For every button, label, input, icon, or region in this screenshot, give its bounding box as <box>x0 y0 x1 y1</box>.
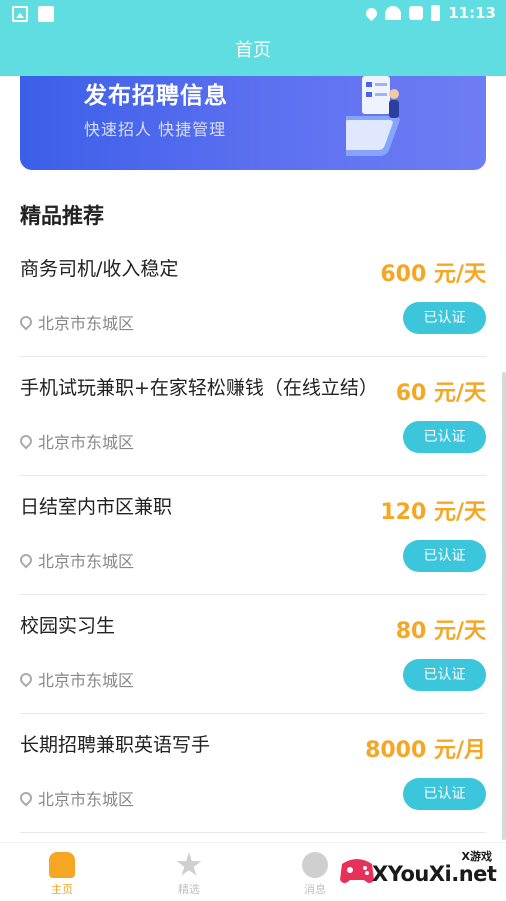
verified-button[interactable]: 已认证 <box>403 659 486 691</box>
verified-button[interactable]: 已认证 <box>403 421 486 453</box>
job-title: 日结室内市区兼职 <box>20 496 173 518</box>
job-pay: 120 元/天 <box>380 500 486 525</box>
location-pin-icon <box>17 789 35 807</box>
wifi-icon <box>385 6 402 20</box>
job-location: 北京市东城区 <box>17 310 135 334</box>
job-title: 手机试玩兼职+在家轻松赚钱（在线立结） <box>20 377 378 399</box>
job-pay: 80 元/天 <box>395 619 486 644</box>
banner-title: 发布招聘信息 <box>84 83 228 109</box>
job-pay: 60 元/天 <box>395 381 486 406</box>
location-pin-icon <box>17 670 35 688</box>
tab-label: 主页 <box>51 883 73 896</box>
job-location-text: 北京市东城区 <box>38 552 135 571</box>
location-pin-icon <box>17 313 35 331</box>
banner-subtitle: 快速招人 快捷管理 <box>84 120 227 139</box>
verified-button[interactable]: 已认证 <box>403 540 486 572</box>
signal-icon <box>409 6 424 20</box>
location-pin-icon <box>17 432 35 450</box>
notification-icon <box>38 6 54 22</box>
tab-label: 精选 <box>178 883 200 896</box>
verified-button[interactable]: 已认证 <box>403 778 486 810</box>
gamepad-logo-icon <box>340 859 374 883</box>
job-list: 商务司机/收入稳定 600 元/天 北京市东城区 已认证 手机试玩兼职+在家轻松… <box>17 238 486 833</box>
page-title: 首页 <box>0 28 506 76</box>
job-location: 北京市东城区 <box>17 429 135 453</box>
job-pay: 8000 元/月 <box>365 738 486 763</box>
recruit-banner[interactable]: 发布招聘信息 快速招人 快捷管理 <box>20 76 486 170</box>
job-title: 商务司机/收入稳定 <box>20 258 179 280</box>
job-item[interactable]: 校园实习生 80 元/天 北京市东城区 已认证 <box>17 595 486 714</box>
job-item[interactable]: 商务司机/收入稳定 600 元/天 北京市东城区 已认证 <box>17 238 486 357</box>
job-item[interactable]: 长期招聘兼职英语写手 8000 元/月 北京市东城区 已认证 <box>17 714 486 833</box>
phone-illustration-icon <box>346 76 400 156</box>
verified-button[interactable]: 已认证 <box>403 302 486 334</box>
job-title: 长期招聘兼职英语写手 <box>20 734 211 756</box>
location-icon <box>363 5 380 21</box>
job-item[interactable]: 日结室内市区兼职 120 元/天 北京市东城区 已认证 <box>17 476 486 595</box>
job-location: 北京市东城区 <box>17 786 135 810</box>
status-bar: 11:13 <box>0 0 506 28</box>
site-watermark: X游戏 XYouXi.net <box>338 848 500 892</box>
job-item[interactable]: 手机试玩兼职+在家轻松赚钱（在线立结） 60 元/天 北京市东城区 已认证 <box>17 357 486 476</box>
battery-icon <box>431 5 441 21</box>
job-location-text: 北京市东城区 <box>38 790 135 809</box>
job-pay: 600 元/天 <box>380 262 486 287</box>
status-time: 11:13 <box>448 4 496 22</box>
location-pin-icon <box>17 551 35 569</box>
tab-home[interactable]: 主页 <box>22 843 102 897</box>
section-title: 精品推荐 <box>20 204 104 228</box>
job-location: 北京市东城区 <box>17 667 135 691</box>
job-location-text: 北京市东城区 <box>38 314 135 333</box>
watermark-text: XYouXi.net <box>372 862 497 886</box>
job-location-text: 北京市东城区 <box>38 433 135 452</box>
message-icon <box>302 852 328 878</box>
star-icon <box>176 852 202 876</box>
job-title: 校园实习生 <box>20 615 116 637</box>
job-location: 北京市东城区 <box>17 548 135 572</box>
scrollbar[interactable] <box>502 372 506 840</box>
gallery-notification-icon <box>12 6 28 22</box>
job-location-text: 北京市东城区 <box>38 671 135 690</box>
tab-featured[interactable]: 精选 <box>149 843 229 897</box>
home-icon <box>49 852 75 878</box>
